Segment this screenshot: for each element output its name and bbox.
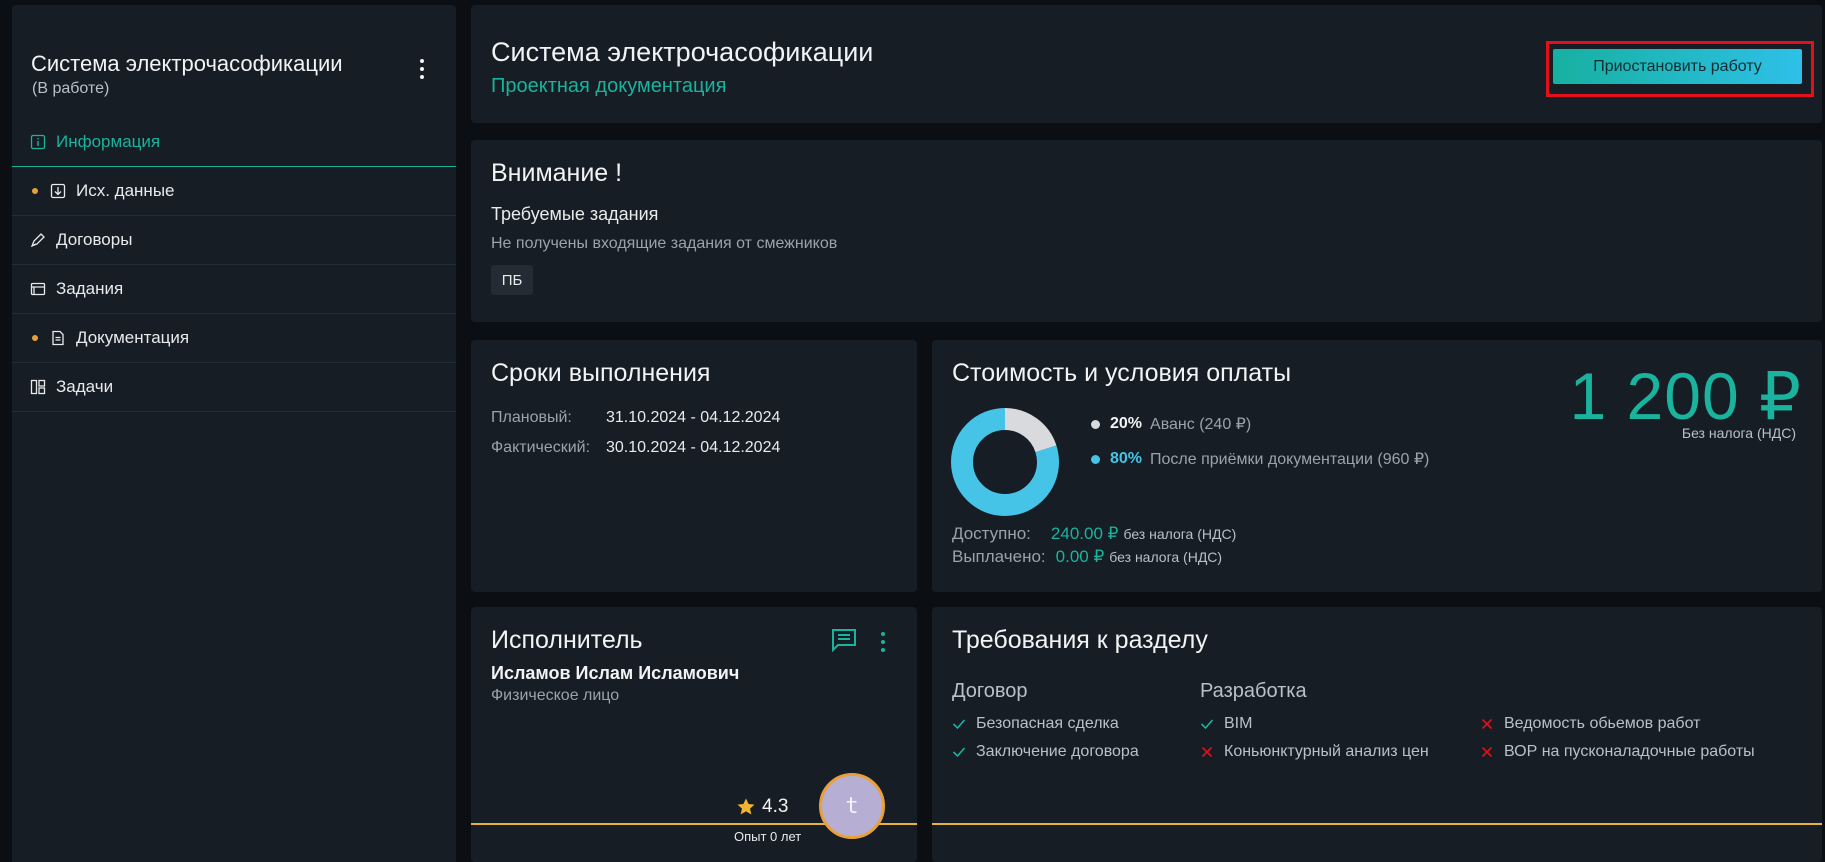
sidebar-item-label: Документация xyxy=(76,328,190,347)
requirement-item: Безопасная сделка xyxy=(952,715,1119,733)
requirement-item: Ведомость обьемов работ xyxy=(1480,715,1700,733)
legend-desc: Аванс (240 ₽) xyxy=(1150,416,1252,433)
contract-column-title: Договор xyxy=(952,680,1028,702)
board-icon xyxy=(30,379,46,395)
check-icon xyxy=(952,747,966,758)
cost-card: Стоимость и условия оплаты 20% Аванс (24… xyxy=(932,340,1822,592)
attention-title: Внимание ! xyxy=(491,159,623,187)
project-title: Система электрочасофикации xyxy=(31,51,343,76)
paid-tax: без налога (НДС) xyxy=(1109,549,1223,565)
total-price: 1 200 ₽ xyxy=(1569,359,1802,433)
requirements-card: Требования к разделу Договор Разработка … xyxy=(932,607,1822,862)
window-icon xyxy=(30,281,46,297)
requirement-label: Безопасная сделка xyxy=(976,715,1119,732)
sidebar-item-info[interactable]: Информация xyxy=(12,118,456,167)
cross-icon xyxy=(1481,718,1493,730)
price-note: Без налога (НДС) xyxy=(1681,425,1796,441)
sidebar-item-label: Информация xyxy=(56,132,161,151)
page-title: Система электрочасофикации xyxy=(491,37,874,67)
page-subtitle: Проектная документация xyxy=(491,75,727,97)
star-icon xyxy=(737,798,755,815)
sidebar: Система электрочасофикации (В работе) Ин… xyxy=(12,5,456,862)
requirement-label: Заключение договора xyxy=(976,743,1139,760)
avatar[interactable]: t xyxy=(819,773,885,839)
deadlines-card: Сроки выполнения Плановый: 31.10.2024 - … xyxy=(471,340,917,592)
notification-dot xyxy=(32,188,38,194)
notification-dot xyxy=(32,335,38,341)
payment-donut-chart xyxy=(951,408,1059,516)
executor-card: Исполнитель Исламов Ислам Исламович Физи… xyxy=(471,607,917,862)
executor-type: Физическое лицо xyxy=(491,687,620,704)
sidebar-item-source-data[interactable]: Исх. данные xyxy=(12,167,456,216)
planned-label: Плановый: xyxy=(491,409,572,426)
more-options-icon[interactable] xyxy=(418,59,426,79)
actual-label: Фактический: xyxy=(491,439,591,456)
project-status: (В работе) xyxy=(32,80,110,97)
legend-percent: 20% xyxy=(1110,415,1143,432)
cost-title: Стоимость и условия оплаты xyxy=(952,359,1292,387)
sidebar-item-todo[interactable]: Задачи xyxy=(12,363,456,412)
attention-card: Внимание ! Требуемые задания Не получены… xyxy=(471,140,1822,322)
available-tax: без налога (НДС) xyxy=(1123,526,1237,542)
download-icon xyxy=(50,183,66,199)
more-options-icon[interactable] xyxy=(879,632,887,652)
check-icon xyxy=(952,719,966,730)
divider xyxy=(932,823,1822,825)
check-icon xyxy=(1200,719,1214,730)
requirements-title: Требования к разделу xyxy=(952,626,1208,654)
chat-icon[interactable] xyxy=(831,628,857,652)
legend-desc: После приёмки документации (960 ₽) xyxy=(1150,451,1430,468)
requirement-label: Коньюнктурный анализ цен xyxy=(1224,743,1429,760)
page-header: Система электрочасофикации Проектная док… xyxy=(471,5,1822,123)
requirement-label: ВОР на пусконаладочные работы xyxy=(1504,743,1755,760)
sidebar-item-label: Договоры xyxy=(56,230,133,249)
pen-icon xyxy=(30,232,46,248)
available-label: Доступно: xyxy=(952,524,1031,543)
attention-text: Не получены входящие задания от смежнико… xyxy=(491,235,838,252)
executor-rating: 4.3 xyxy=(736,796,788,818)
sidebar-item-label: Задания xyxy=(56,279,124,298)
requirement-label: Ведомость обьемов работ xyxy=(1504,715,1701,732)
available-amount: 240.00 ₽ xyxy=(1050,524,1119,543)
cross-icon xyxy=(1201,746,1213,758)
sidebar-item-label: Задачи xyxy=(56,377,114,396)
sidebar-item-tasks[interactable]: Задания xyxy=(12,265,456,314)
deadlines-title: Сроки выполнения xyxy=(491,359,711,387)
legend-after-accept: 80% После приёмки документации (960 ₽) xyxy=(1091,449,1429,469)
attention-subtitle: Требуемые задания xyxy=(491,204,659,224)
requirement-item: Коньюнктурный анализ цен xyxy=(1200,743,1429,761)
legend-percent: 80% xyxy=(1110,450,1143,467)
cross-icon xyxy=(1481,746,1493,758)
executor-title: Исполнитель xyxy=(491,626,643,654)
paid-label: Выплачено: xyxy=(952,547,1046,566)
requirement-label: BIM xyxy=(1224,715,1253,732)
legend-dot xyxy=(1091,419,1100,429)
rating-value: 4.3 xyxy=(762,796,789,817)
legend-dot xyxy=(1091,454,1100,464)
requirement-item: ВОР на пусконаладочные работы xyxy=(1480,743,1755,761)
available-row: Доступно: 240.00 ₽ без налога (НДС) xyxy=(952,524,1236,544)
info-icon xyxy=(30,134,46,150)
paid-amount: 0.00 ₽ xyxy=(1055,547,1105,566)
pause-work-button[interactable]: Приостановить работу xyxy=(1553,49,1802,84)
sidebar-item-documentation[interactable]: Документация xyxy=(12,314,456,363)
development-column-title: Разработка xyxy=(1200,680,1307,702)
requirement-item: Заключение договора xyxy=(952,743,1139,761)
document-icon xyxy=(50,330,66,346)
planned-value: 31.10.2024 - 04.12.2024 xyxy=(606,409,781,426)
requirement-item: BIM xyxy=(1200,715,1252,733)
paid-row: Выплачено: 0.00 ₽ без налога (НДС) xyxy=(952,547,1222,567)
sidebar-item-label: Исх. данные xyxy=(76,181,175,200)
actual-value: 30.10.2024 - 04.12.2024 xyxy=(606,439,781,456)
executor-name: Исламов Ислам Исламович xyxy=(491,663,740,683)
sidebar-item-contracts[interactable]: Договоры xyxy=(12,216,456,265)
experience: Опыт 0 лет xyxy=(734,829,802,844)
section-tag[interactable]: ПБ xyxy=(491,265,533,295)
legend-avance: 20% Аванс (240 ₽) xyxy=(1091,414,1251,434)
